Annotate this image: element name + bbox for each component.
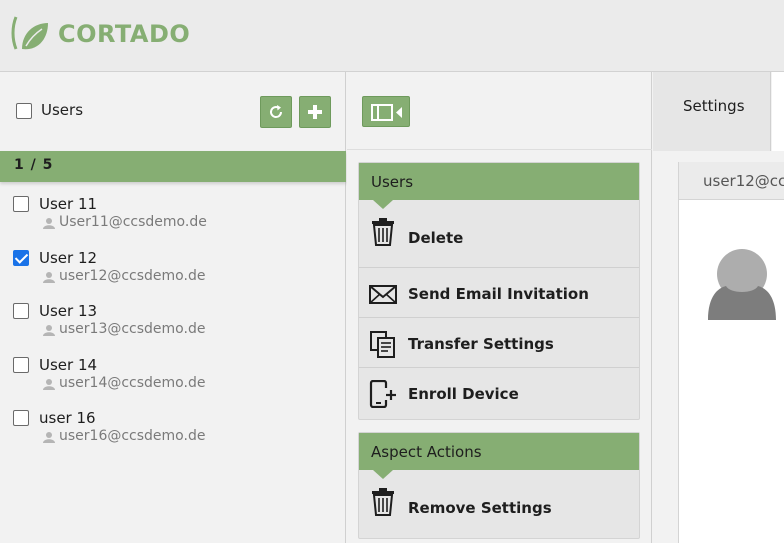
user-checkbox[interactable] — [13, 250, 29, 266]
user-checkbox[interactable] — [13, 303, 29, 319]
phone-add-icon — [369, 380, 396, 408]
avatar — [708, 249, 776, 320]
action-group-header: Users — [359, 163, 639, 209]
action-group-aspect-actions: Aspect Actions Remove Settings — [358, 432, 640, 539]
users-pane-title: Users — [41, 101, 84, 119]
select-all-checkbox[interactable] — [16, 103, 32, 119]
brand-name: CORTADO — [58, 20, 191, 48]
user-checkbox[interactable] — [13, 196, 29, 212]
refresh-icon — [270, 105, 283, 118]
remove-settings-button[interactable]: Remove Settings — [359, 470, 639, 538]
user-icon — [43, 218, 55, 229]
envelope-icon — [369, 285, 397, 304]
user-name: User 13 — [39, 302, 98, 320]
action-group-title: Users — [371, 173, 414, 191]
user-name: User 12 — [39, 249, 98, 267]
plus-icon — [308, 105, 322, 119]
user-name: user 16 — [39, 409, 96, 427]
leaf-icon — [11, 16, 48, 50]
panel-collapse-icon — [371, 104, 402, 121]
selection-counter: 1 / 5 — [14, 157, 54, 173]
action-label: Enroll Device — [408, 385, 519, 403]
app-header: CORTADO — [0, 0, 784, 72]
user-checkbox[interactable] — [13, 410, 29, 426]
trash-icon — [372, 488, 394, 516]
user-email: user13@ccsdemo.de — [59, 321, 206, 337]
copy-icon — [370, 331, 395, 358]
action-label: Send Email Invitation — [408, 285, 589, 303]
trash-icon — [372, 218, 394, 246]
actions-toolbar — [347, 72, 652, 150]
user-detail-header: user12@ccsdemo.de — [679, 162, 784, 200]
add-user-button[interactable] — [299, 96, 331, 128]
action-label: Remove Settings — [408, 499, 552, 517]
action-group-users: Users Delete Send Email Invitation Trans… — [358, 162, 640, 420]
user-list-item[interactable]: User 11 User11@ccsdemo.de — [0, 195, 346, 249]
user-icon — [43, 272, 55, 283]
user-detail-card: user12@ccsdemo.de — [678, 162, 784, 543]
users-pane: Users 1 / 5 User 11 User11@ccsdemo.de Us… — [0, 72, 346, 543]
selection-counter-bar: 1 / 5 — [0, 151, 346, 182]
detail-pane: Settings user12@ccsdemo.de — [653, 72, 784, 543]
send-email-invitation-button[interactable]: Send Email Invitation — [359, 268, 639, 318]
user-checkbox[interactable] — [13, 357, 29, 373]
collapse-panel-button[interactable] — [362, 96, 410, 127]
user-list-item[interactable]: User 13 user13@ccsdemo.de — [0, 302, 346, 356]
user-email: user14@ccsdemo.de — [59, 375, 206, 391]
user-name: User 11 — [39, 195, 98, 213]
user-detail-title: user12@ccsdemo.de — [703, 172, 784, 190]
user-icon — [43, 325, 55, 336]
user-list-item[interactable]: User 12 user12@ccsdemo.de — [0, 249, 346, 303]
action-label: Delete — [408, 229, 464, 247]
transfer-settings-button[interactable]: Transfer Settings — [359, 318, 639, 368]
tab-next[interactable] — [772, 72, 784, 151]
user-email: User11@ccsdemo.de — [59, 214, 207, 230]
user-email: user12@ccsdemo.de — [59, 268, 206, 284]
users-pane-header: Users — [0, 72, 346, 151]
user-email: user16@ccsdemo.de — [59, 428, 206, 444]
user-list-item[interactable]: user 16 user16@ccsdemo.de — [0, 409, 346, 463]
tab-settings[interactable]: Settings — [653, 72, 771, 151]
refresh-button[interactable] — [260, 96, 292, 128]
action-label: Transfer Settings — [408, 335, 554, 353]
enroll-device-button[interactable]: Enroll Device — [359, 368, 639, 418]
user-name: User 14 — [39, 356, 98, 374]
tab-settings-label: Settings — [683, 97, 745, 115]
user-list-item[interactable]: User 14 user14@ccsdemo.de — [0, 356, 346, 410]
user-icon — [43, 432, 55, 443]
cortado-logo: CORTADO — [10, 13, 190, 55]
delete-button[interactable]: Delete — [359, 200, 639, 268]
user-icon — [43, 379, 55, 390]
actions-pane: Users Delete Send Email Invitation Trans… — [347, 72, 652, 543]
action-group-title: Aspect Actions — [371, 443, 482, 461]
action-group-header: Aspect Actions — [359, 433, 639, 479]
